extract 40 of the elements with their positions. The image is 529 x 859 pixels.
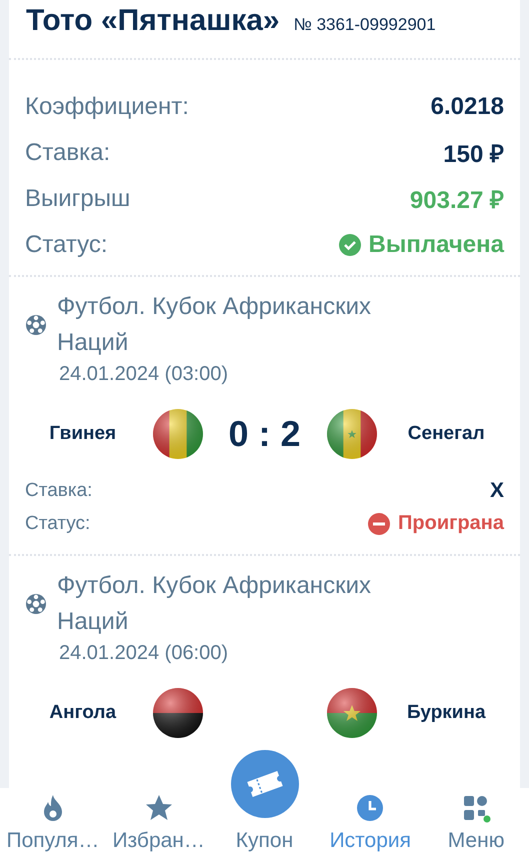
event-date: 24.01.2024 (03:00)	[58, 363, 230, 386]
summary-value: 903.27 ₽	[410, 186, 504, 215]
summary-value: Выплачена	[338, 230, 504, 258]
tournament-title: Футбол. Кубок Африканских Наций	[57, 571, 372, 637]
stake-label: Ставка:	[25, 480, 92, 502]
nav-tab[interactable]: Популя…	[0, 793, 105, 853]
tournament-title: Футбол. Кубок Африканских Наций	[57, 292, 372, 358]
status-value: Проиграна	[368, 512, 504, 535]
summary-value: 150 ₽	[443, 140, 504, 169]
summary-label: Коэффициент:	[25, 92, 189, 120]
star-icon	[144, 793, 174, 823]
team-name: Буркина	[406, 702, 486, 724]
stake-value: X	[490, 478, 504, 502]
nav-tab[interactable]: История	[318, 793, 422, 853]
flag-icon	[326, 408, 378, 460]
nav-tab[interactable]: Купон	[212, 829, 316, 853]
summary-label: Выигрыш	[25, 184, 130, 212]
team-name: Гвинея	[49, 423, 116, 445]
page-title: Тото «Пятнашка»	[26, 4, 280, 38]
event-date: 24.01.2024 (06:00)	[58, 642, 230, 665]
match-score: 0 : 2	[228, 413, 301, 455]
check-icon	[338, 234, 361, 256]
flag-icon	[152, 687, 204, 739]
minus-icon	[368, 512, 390, 534]
soccer-ball-icon	[25, 314, 47, 336]
coupon-number: № 3361-09992901	[294, 15, 436, 35]
summary-label: Статус:	[25, 230, 108, 258]
soccer-ball-icon	[25, 593, 47, 615]
team-name: Сенегал	[408, 423, 485, 445]
clock-icon	[355, 793, 386, 823]
nav-tab[interactable]: Меню	[424, 793, 528, 853]
nav-tab[interactable]: Избран…	[106, 793, 211, 853]
summary-value: 6.0218	[430, 92, 504, 120]
flag-icon	[152, 408, 204, 460]
status-label: Статус:	[25, 512, 90, 534]
grid-icon	[461, 793, 492, 823]
summary-label: Ставка:	[25, 138, 110, 166]
team-name: Ангола	[49, 702, 116, 724]
flag-icon	[326, 687, 378, 739]
ticket-icon	[244, 769, 284, 799]
